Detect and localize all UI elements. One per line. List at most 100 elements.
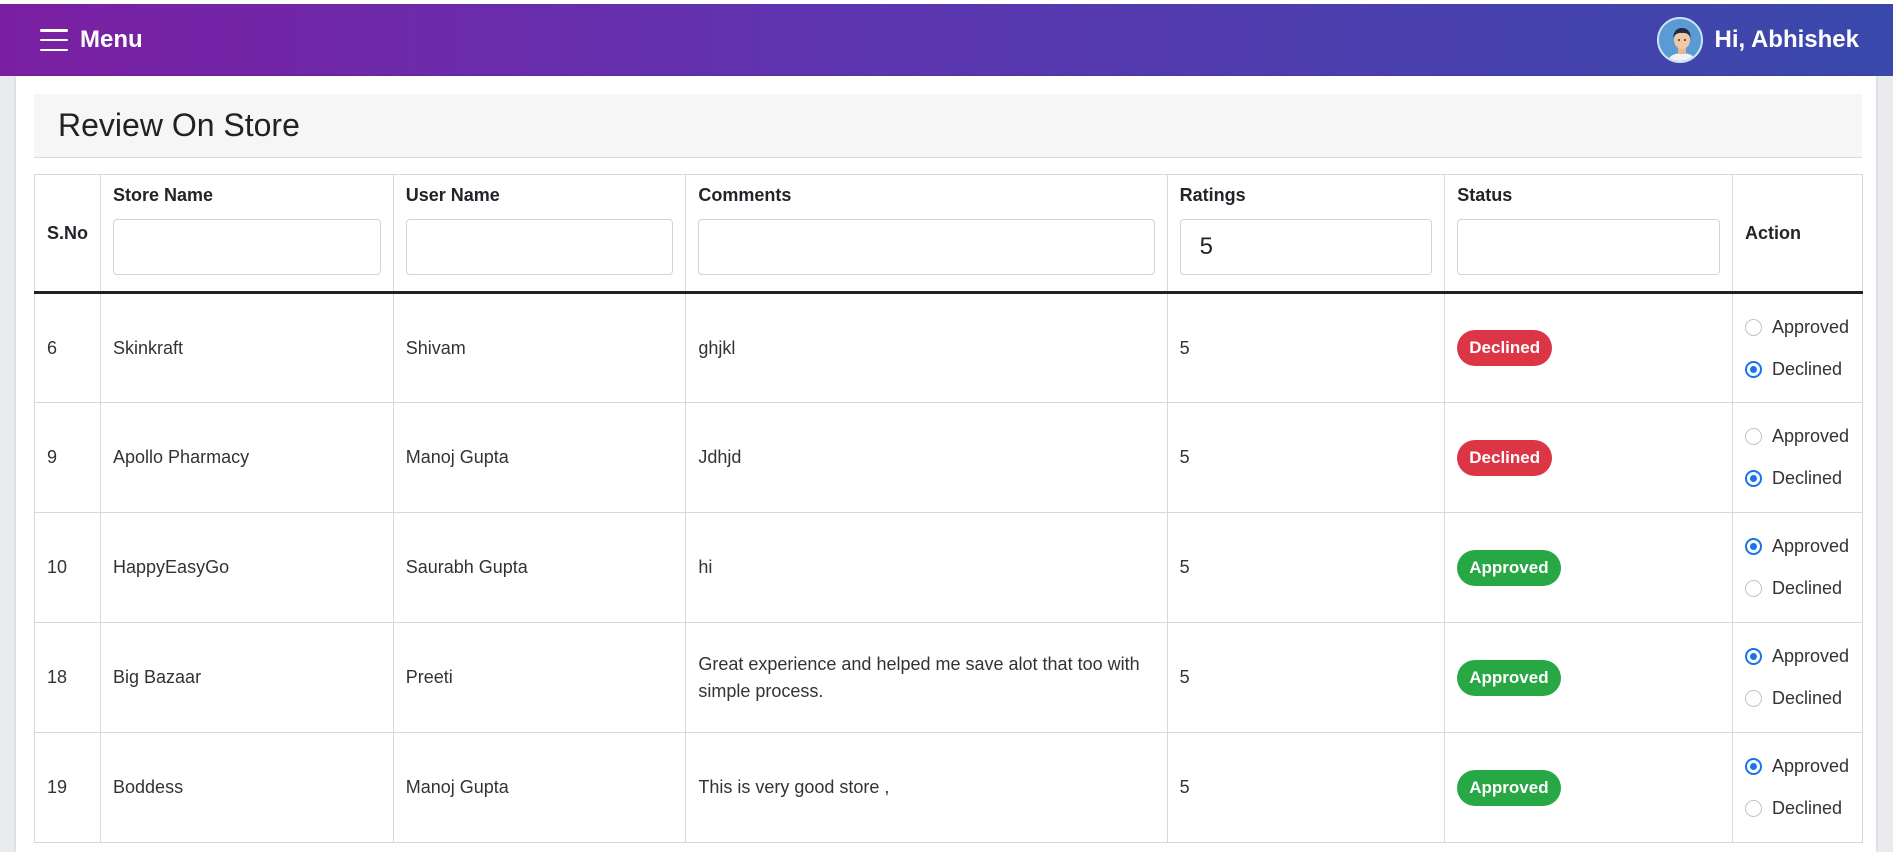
approve-radio-option[interactable]: Approved	[1744, 526, 1850, 568]
cell-comment: ghjkl	[685, 292, 1168, 403]
decline-radio-option[interactable]: Declined	[1744, 568, 1850, 610]
column-header-action: Action	[1731, 174, 1864, 294]
cell-comment: This is very good store ,	[685, 732, 1168, 843]
decline-label: Declined	[1771, 688, 1842, 708]
cell-user-name: Manoj Gupta	[392, 732, 687, 843]
menu-label: Menu	[80, 26, 143, 53]
decline-radio[interactable]	[1744, 360, 1762, 378]
cell-status: Approved	[1444, 732, 1733, 843]
cell-store-name: Big Bazaar	[100, 622, 394, 733]
page-heading-bar: Review On Store	[34, 94, 1862, 158]
reviews-table: S.No Store Name User Name Comments Ratin…	[33, 174, 1864, 843]
decline-radio-option[interactable]: Declined	[1744, 348, 1850, 390]
cell-store-name: HappyEasyGo	[100, 512, 394, 623]
approve-radio[interactable]	[1744, 428, 1762, 445]
cell-status: Approved	[1444, 512, 1733, 623]
approve-radio-option[interactable]: Approved	[1744, 306, 1850, 348]
cell-rating: 5	[1166, 512, 1446, 623]
cell-rating: 5	[1166, 732, 1446, 843]
decline-label: Declined	[1771, 578, 1842, 598]
cell-user-name: Shivam	[392, 292, 687, 403]
user-name-filter-input[interactable]	[405, 219, 674, 275]
cell-comment: Great experience and helped me save alot…	[685, 622, 1168, 733]
decline-label: Declined	[1771, 468, 1842, 488]
status-badge: Declined	[1457, 439, 1553, 476]
store-name-filter-input[interactable]	[113, 219, 381, 275]
approve-radio[interactable]	[1744, 758, 1762, 775]
column-header-ratings: Ratings	[1166, 174, 1446, 294]
user-greeting: Hi, Abhishek	[1714, 26, 1859, 53]
decline-radio[interactable]	[1744, 800, 1762, 817]
cell-action: Approved Declined	[1731, 622, 1864, 733]
cell-rating: 5	[1166, 622, 1446, 733]
user-profile[interactable]: Hi, Abhishek	[1656, 17, 1859, 63]
column-label: User Name	[405, 185, 500, 205]
column-header-status: Status	[1444, 174, 1733, 294]
approve-label: Approved	[1771, 316, 1850, 337]
cell-sno: 18	[33, 622, 102, 733]
cell-store-name: Skinkraft	[100, 292, 394, 403]
approve-radio-option[interactable]: Approved	[1744, 746, 1850, 788]
decline-radio[interactable]	[1744, 690, 1762, 707]
cell-user-name: Manoj Gupta	[392, 402, 687, 513]
table-row: 18 Big Bazaar Preeti Great experience and h…	[33, 622, 1864, 733]
cell-sno: 9	[33, 402, 102, 513]
cell-rating: 5	[1166, 292, 1446, 403]
cell-sno: 10	[33, 512, 102, 623]
table-row: 19 Boddess Manoj Gupta This is very good st…	[33, 732, 1864, 843]
page-title: Review On Store	[58, 107, 300, 143]
status-badge: Approved	[1457, 659, 1561, 696]
menu-button[interactable]: Menu	[40, 26, 143, 54]
cell-sno: 6	[33, 292, 102, 403]
avatar	[1656, 17, 1703, 63]
ratings-filter-input[interactable]	[1179, 219, 1433, 275]
column-label: Store Name	[113, 185, 214, 205]
decline-radio[interactable]	[1744, 580, 1762, 597]
table-row: 9 Apollo Pharmacy Manoj Gupta Jdhjd 5 Decline…	[33, 402, 1864, 513]
approve-label: Approved	[1771, 536, 1850, 556]
status-badge: Approved	[1457, 549, 1561, 586]
approve-radio-option[interactable]: Approved	[1744, 636, 1850, 678]
cell-sno: 19	[33, 732, 102, 843]
cell-comment: Jdhjd	[685, 402, 1168, 513]
cell-rating: 5	[1166, 402, 1446, 513]
column-header-comments: Comments	[685, 174, 1168, 294]
cell-status: Declined	[1444, 402, 1733, 513]
cell-action: Approved Declined	[1731, 732, 1864, 843]
column-label: Comments	[698, 185, 792, 205]
column-header-store-name: Store Name	[100, 174, 394, 294]
status-filter-input[interactable]	[1457, 219, 1720, 275]
cell-action: Approved Declined	[1731, 292, 1864, 403]
approve-radio[interactable]	[1744, 648, 1762, 665]
cell-user-name: Saurabh Gupta	[392, 512, 687, 623]
comments-filter-input[interactable]	[698, 219, 1155, 275]
status-badge: Declined	[1457, 330, 1553, 366]
cell-status: Declined	[1444, 292, 1733, 403]
main-card: Review On Store S.No Store Name User Nam…	[16, 76, 1876, 852]
decline-radio[interactable]	[1744, 470, 1762, 487]
table-header-row: S.No Store Name User Name Comments Ratin…	[33, 174, 1864, 294]
hamburger-icon	[40, 29, 68, 51]
cell-store-name: Apollo Pharmacy	[100, 402, 394, 513]
decline-radio-option[interactable]: Declined	[1744, 788, 1850, 830]
cell-comment: hi	[685, 512, 1168, 623]
decline-radio-option[interactable]: Declined	[1744, 678, 1850, 720]
column-header-user-name: User Name	[392, 174, 687, 294]
cell-action: Approved Declined	[1731, 512, 1864, 623]
table-row: 10 HappyEasyGo Saurabh Gupta hi 5 Approved App…	[33, 512, 1864, 623]
approve-radio-option[interactable]: Approved	[1744, 416, 1850, 458]
cell-user-name: Preeti	[392, 622, 687, 733]
status-badge: Approved	[1457, 769, 1561, 806]
table-row: 6 Skinkraft Shivam ghjkl 5 Declined Approved De…	[33, 292, 1864, 403]
cell-status: Approved	[1444, 622, 1733, 733]
approve-radio[interactable]	[1744, 538, 1762, 555]
top-navbar: Menu Hi, Abhishek	[0, 4, 1893, 76]
approve-label: Approved	[1771, 426, 1850, 446]
approve-radio[interactable]	[1744, 318, 1762, 336]
cell-action: Approved Declined	[1731, 402, 1864, 513]
approve-label: Approved	[1771, 646, 1850, 666]
decline-label: Declined	[1771, 798, 1842, 818]
decline-label: Declined	[1771, 358, 1842, 379]
approve-label: Approved	[1771, 756, 1850, 776]
decline-radio-option[interactable]: Declined	[1744, 458, 1850, 500]
